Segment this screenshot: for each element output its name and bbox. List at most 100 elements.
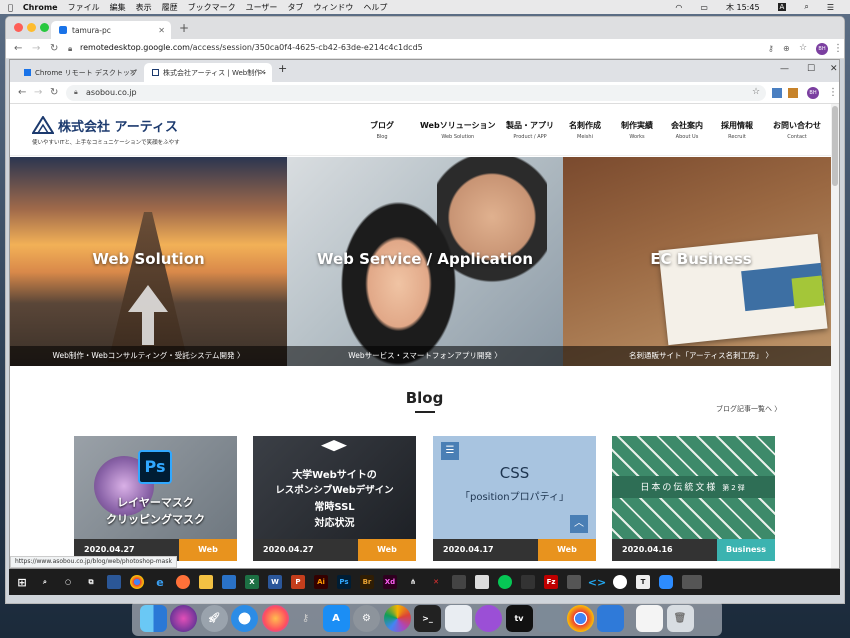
photoshop-icon[interactable]: Ps xyxy=(337,575,351,589)
keychain-icon[interactable]: ⚷ xyxy=(292,605,319,632)
menu-bookmarks[interactable]: ブックマーク xyxy=(188,2,236,13)
inner-tab-remote[interactable]: Chrome リモート デスクトップ ✕ xyxy=(16,63,142,82)
firefox-icon[interactable] xyxy=(261,604,289,632)
edge-icon[interactable]: e xyxy=(153,575,167,589)
search-icon[interactable]: ⌕ xyxy=(38,575,52,589)
siri-icon[interactable] xyxy=(170,604,197,632)
powerpoint-icon[interactable]: P xyxy=(291,575,305,589)
tab-close-icon[interactable]: ✕ xyxy=(129,68,136,77)
bookmark-star-icon[interactable]: ☆ xyxy=(752,87,760,97)
new-tab-icon[interactable]: + xyxy=(278,62,287,75)
nav-recruit[interactable]: 採用情報 Recruit xyxy=(721,120,753,140)
battery-icon[interactable]: ▭ xyxy=(700,3,708,12)
keynote-icon[interactable] xyxy=(597,604,624,632)
hero-ec-business[interactable]: EC Business 名刺通販サイト「アーティス名刺工房」 〉 xyxy=(563,157,839,366)
new-tab-icon[interactable]: + xyxy=(179,21,189,35)
outer-url-field[interactable]: remotedesktop.google.com/access/session/… xyxy=(80,43,423,52)
bookmark-star-icon[interactable]: ☆ xyxy=(799,43,807,53)
hero-caption[interactable]: 名刺通販サイト「アーティス名刺工房」 〉 xyxy=(563,346,839,366)
filezilla-icon[interactable]: Fz xyxy=(544,575,558,589)
task-view-icon[interactable]: ⧉ xyxy=(84,575,98,589)
reload-icon[interactable]: ↻ xyxy=(50,87,58,98)
outer-menu-icon[interactable]: ⋮ xyxy=(833,43,843,54)
nav-contact[interactable]: お問い合わせ Contact xyxy=(773,120,821,140)
reload-icon[interactable]: ↻ xyxy=(50,43,58,54)
terminal-icon[interactable]: >_ xyxy=(414,604,441,632)
chrome-icon[interactable] xyxy=(130,575,144,589)
preview-icon[interactable] xyxy=(444,604,472,632)
page-scrollbar[interactable] xyxy=(831,104,839,568)
word-icon[interactable]: W xyxy=(268,575,282,589)
blog-card-category[interactable]: Web xyxy=(179,539,237,561)
launchpad-icon[interactable]: 🚀︎ xyxy=(200,604,228,632)
remote-desktop-view[interactable]: Chrome リモート デスクトップ ✕ 株式会社アーティス | Web制作・シ… xyxy=(6,59,844,603)
menu-help[interactable]: ヘルプ xyxy=(363,2,387,13)
blog-card-category[interactable]: Web xyxy=(538,539,596,561)
app-store-icon[interactable]: A xyxy=(322,604,350,632)
folder-icon[interactable] xyxy=(199,575,213,589)
back-icon[interactable]: ← xyxy=(18,87,26,98)
nav-blog[interactable]: ブログ Blog xyxy=(370,120,394,140)
nav-works[interactable]: 制作実績 Works xyxy=(621,120,653,140)
back-icon[interactable]: ← xyxy=(14,43,22,54)
menu-history[interactable]: 履歴 xyxy=(162,2,178,13)
window-minimize-button[interactable] xyxy=(27,23,36,32)
spotlight-icon[interactable]: ⌕ xyxy=(804,2,808,12)
window-zoom-button[interactable] xyxy=(40,23,49,32)
network-icon[interactable]: ⋔ xyxy=(406,575,420,589)
menu-list-icon[interactable]: ☰ xyxy=(827,3,834,12)
finder-icon[interactable] xyxy=(139,604,167,632)
excel-icon[interactable]: X xyxy=(245,575,259,589)
hero-caption[interactable]: Web制作・Webコンサルティング・受託システム開発 〉 xyxy=(10,346,287,366)
win-maximize-icon[interactable]: ☐ xyxy=(807,64,815,74)
hero-web-service[interactable]: Web Service / Application Webサービス・スマートフォ… xyxy=(287,157,563,366)
menu-file[interactable]: ファイル xyxy=(68,2,100,13)
store-icon[interactable] xyxy=(107,575,121,589)
download-icon[interactable]: ⊕ xyxy=(783,44,790,53)
extension-2-icon[interactable] xyxy=(788,88,798,98)
slack-icon[interactable] xyxy=(613,575,627,589)
hero-web-solution[interactable]: Web Solution Web制作・Webコンサルティング・受託システム開発 … xyxy=(10,157,287,366)
chrome-icon[interactable] xyxy=(566,604,594,632)
menu-view[interactable]: 表示 xyxy=(136,2,152,13)
scrollbar-thumb[interactable] xyxy=(832,106,838,186)
blog-card[interactable]: 大学Webサイトの レスポンシブWebデザイン 常時SSL 対応状況 2020.… xyxy=(253,436,416,561)
vscode-icon[interactable]: <> xyxy=(588,575,606,589)
photos-icon[interactable] xyxy=(383,604,411,632)
inner-menu-icon[interactable]: ⋮ xyxy=(828,87,838,98)
typora-icon[interactable]: T xyxy=(636,575,650,589)
key-icon[interactable]: ⚷ xyxy=(768,44,774,53)
hero-caption[interactable]: Webサービス・スマートフォンアプリ開発 〉 xyxy=(287,346,563,366)
extension-icon[interactable] xyxy=(772,88,782,98)
stack-icon[interactable] xyxy=(567,575,581,589)
win-close-icon[interactable]: ✕ xyxy=(830,64,838,74)
line-icon[interactable] xyxy=(498,575,512,589)
menu-edit[interactable]: 編集 xyxy=(110,2,126,13)
tab-close-icon[interactable]: ✕ xyxy=(158,26,165,35)
xd-icon[interactable]: Xd xyxy=(383,575,397,589)
input-source-icon[interactable]: A xyxy=(777,3,787,11)
notes-icon[interactable] xyxy=(475,575,489,589)
menubar-clock[interactable]: 木 15:45 xyxy=(726,2,760,13)
forward-icon[interactable]: → xyxy=(34,87,42,98)
apple-icon[interactable]:  xyxy=(8,3,13,12)
trash-icon[interactable]: 🗑︎ xyxy=(666,604,694,632)
blog-card[interactable]: ☰ CSS 「positionプロパティ」 ︿ 2020.04.17 Web xyxy=(433,436,596,561)
blog-list-link[interactable]: ブログ記事一覧へ 〉 xyxy=(716,404,781,414)
document-icon[interactable] xyxy=(636,604,663,632)
blog-card-category[interactable]: Business xyxy=(717,539,775,561)
cortana-icon[interactable]: ○ xyxy=(61,575,75,589)
podcasts-icon[interactable] xyxy=(475,604,502,632)
blog-card[interactable]: Ps レイヤーマスク クリッピングマスク 2020.04.27 Web xyxy=(74,436,237,561)
image-capture-icon[interactable] xyxy=(536,604,563,632)
blog-card-category[interactable]: Web xyxy=(358,539,416,561)
inner-profile-avatar[interactable]: BH xyxy=(807,87,819,99)
windows-start-icon[interactable]: ⊞ xyxy=(15,575,29,589)
win-minimize-icon[interactable]: — xyxy=(780,64,789,74)
wifi-icon[interactable]: ◠ xyxy=(675,3,682,12)
illustrator-icon[interactable]: Ai xyxy=(314,575,328,589)
app-icon[interactable] xyxy=(452,575,466,589)
nav-meishi[interactable]: 名刺作成 Meishi xyxy=(569,120,601,140)
remote-desktop-taskbar-icon[interactable] xyxy=(682,575,702,589)
bridge-icon[interactable]: Br xyxy=(360,575,374,589)
